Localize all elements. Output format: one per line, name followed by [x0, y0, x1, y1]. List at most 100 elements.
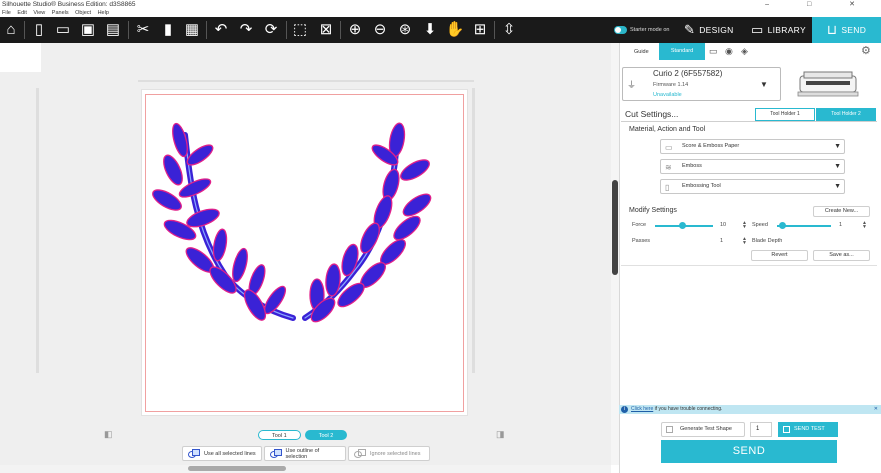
action-value: Emboss: [682, 163, 702, 169]
passes-stepper[interactable]: ▲ ▼: [742, 237, 747, 246]
tool-tab-1[interactable]: Tool 1: [258, 430, 301, 440]
ignore-lines-button[interactable]: Ignore selected lines: [348, 446, 430, 461]
open-icon[interactable]: ▭: [53, 20, 73, 40]
speed-stepper[interactable]: ▲ ▼: [862, 221, 867, 230]
use-all-lines-label: Use all selected lines: [204, 450, 256, 457]
redraw-icon[interactable]: ⟳: [261, 20, 281, 40]
menu-object[interactable]: Object: [75, 10, 91, 16]
tool-holder-2-tab[interactable]: Tool Holder 2: [816, 108, 876, 121]
tab-design-label: DESIGN: [699, 25, 734, 35]
save-icon[interactable]: ▣: [78, 20, 98, 40]
book-right-icon[interactable]: ◨: [496, 429, 505, 440]
toolbar-divider: [286, 21, 287, 39]
tool-tab-2[interactable]: Tool 2: [304, 430, 348, 440]
pan-icon[interactable]: ✋: [445, 20, 465, 40]
book-left-icon[interactable]: ◧: [104, 429, 113, 440]
chevron-down-icon: ▼: [834, 143, 841, 150]
design-icon: ✎: [684, 22, 696, 37]
chevron-down-icon: ▼: [834, 163, 841, 170]
gear-icon[interactable]: ⚙: [861, 44, 871, 57]
generate-test-label: Generate Test Shape: [680, 426, 732, 432]
force-stepper[interactable]: ▲ ▼: [742, 221, 747, 230]
emboss-icon: ≋: [665, 163, 672, 172]
generate-test-shape-button[interactable]: Generate Test Shape: [661, 422, 745, 437]
color-view-icon[interactable]: ◉: [725, 46, 735, 56]
divider: [621, 121, 877, 122]
action-select[interactable]: ≋ Emboss ▼: [660, 159, 845, 174]
laurel-leaf: [402, 193, 432, 217]
copy-icon[interactable]: ▮: [158, 20, 178, 40]
cut-icon[interactable]: ✂: [133, 20, 153, 40]
use-outline-button[interactable]: Use outline of selection: [264, 446, 346, 461]
create-new-button[interactable]: Create New...: [813, 206, 870, 217]
device-firmware: Firmware 1.14: [653, 82, 689, 88]
horizontal-scroll-thumb[interactable]: [188, 466, 286, 471]
device-name: Curio 2 (6F557582): [653, 69, 723, 78]
send-button[interactable]: SEND: [661, 440, 837, 463]
page-view-icon[interactable]: ▭: [709, 46, 719, 56]
home-icon[interactable]: ⌂: [1, 20, 21, 40]
tab-send-label: SEND: [841, 25, 867, 35]
speed-label: Speed: [752, 222, 768, 228]
force-slider-knob[interactable]: [679, 222, 686, 229]
ignore-lines-label: Ignore selected lines: [370, 450, 421, 457]
laurel-left-branch[interactable]: [150, 122, 296, 323]
help-text: if you have trouble connecting.: [653, 406, 723, 412]
send-test-button[interactable]: SEND TEST: [778, 422, 838, 437]
chevron-down-icon[interactable]: ▼: [760, 80, 768, 89]
toggle-switch-icon[interactable]: [614, 26, 627, 34]
fit-page-icon[interactable]: ⇳: [499, 20, 519, 40]
new-icon[interactable]: ▯: [29, 20, 49, 40]
menu-view[interactable]: View: [33, 10, 45, 16]
vertical-scroll-thumb[interactable]: [612, 180, 618, 275]
undo-icon[interactable]: ↶: [211, 20, 231, 40]
laurel-leaf: [341, 243, 359, 277]
save-as-button[interactable]: Save as...: [813, 250, 870, 261]
laurel-wreath-shape[interactable]: [145, 110, 465, 350]
add-page-icon[interactable]: ⊞: [470, 20, 490, 40]
window-title: Silhouette Studio® Business Edition: d3S…: [0, 0, 881, 10]
zoom-out-icon[interactable]: ⊖: [370, 20, 390, 40]
mat-edge-top: [138, 80, 474, 82]
tab-standard[interactable]: Standard: [659, 43, 705, 60]
material-select[interactable]: ▭ Score & Emboss Paper ▼: [660, 139, 845, 154]
speed-slider-knob[interactable]: [779, 222, 786, 229]
select-icon[interactable]: ⬚: [290, 20, 310, 40]
laurel-leaf: [400, 159, 430, 181]
move-down-icon[interactable]: ⬇: [420, 20, 440, 40]
left-panel-stub: [0, 43, 41, 72]
laurel-right-branch[interactable]: [302, 122, 434, 326]
connection-help-bar: i Click here if you have trouble connect…: [619, 405, 881, 414]
window-controls[interactable]: – □ ✕: [765, 0, 873, 10]
print-icon[interactable]: ▤: [103, 20, 123, 40]
tab-design[interactable]: ✎ DESIGN: [684, 17, 734, 43]
starter-mode-toggle[interactable]: Starter mode on: [614, 24, 669, 36]
menu-file[interactable]: File: [2, 10, 11, 16]
folder-icon: ▭: [751, 22, 764, 37]
horizontal-scrollbar[interactable]: [0, 465, 611, 473]
test-count-field[interactable]: 1: [750, 422, 772, 437]
tool-select[interactable]: ▯ Embossing Tool ▼: [660, 179, 845, 194]
send-test-label: SEND TEST: [794, 426, 825, 432]
revert-button[interactable]: Revert: [751, 250, 808, 261]
menu-edit[interactable]: Edit: [17, 10, 26, 16]
tool-holder-1-tab[interactable]: Tool Holder 1: [755, 108, 815, 121]
deselect-icon[interactable]: ⊠: [316, 20, 336, 40]
menu-help[interactable]: Help: [98, 10, 109, 16]
use-all-lines-button[interactable]: Use all selected lines: [182, 446, 262, 461]
close-icon[interactable]: ✕: [874, 405, 878, 414]
redo-icon[interactable]: ↷: [236, 20, 256, 40]
menu-panels[interactable]: Panels: [52, 10, 69, 16]
test-shape-icon: [666, 426, 673, 433]
laurel-leaf: [232, 247, 248, 283]
paste-icon[interactable]: ▦: [182, 20, 202, 40]
force-value: 10: [720, 222, 727, 228]
layer-view-icon[interactable]: ◈: [741, 46, 751, 56]
tab-library[interactable]: ▭ LIBRARY: [751, 17, 806, 43]
laurel-leaf: [212, 228, 228, 262]
zoom-fit-icon[interactable]: ⊛: [395, 20, 415, 40]
help-link[interactable]: Click here: [631, 406, 653, 412]
zoom-in-icon[interactable]: ⊕: [345, 20, 365, 40]
tab-guide[interactable]: Guide: [634, 45, 649, 59]
tab-send[interactable]: ⊔ SEND: [812, 17, 881, 43]
